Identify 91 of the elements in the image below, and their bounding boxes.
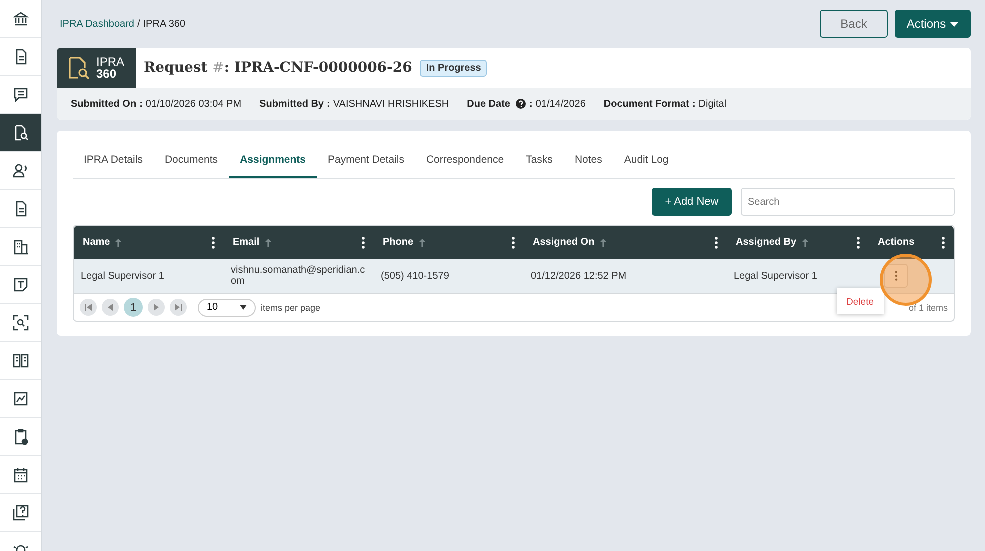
sidebar-item[interactable] [0, 114, 41, 152]
page-button[interactable]: 1 [124, 298, 143, 317]
document-search-icon [68, 56, 90, 80]
breadcrumb-current: IPRA 360 [143, 18, 186, 30]
logo-text: 360 [96, 68, 118, 80]
info-value: 01/10/2026 03:04 PM [146, 98, 242, 110]
request-title: Request #: IPRA-CNF-0000006-26 [144, 60, 412, 76]
info-label: Due Date [467, 98, 510, 110]
info-separator: : [327, 98, 330, 110]
previous-page-button[interactable] [102, 299, 119, 316]
info-separator: : [140, 98, 143, 110]
pager-info: of 1 items [908, 302, 948, 312]
info-label: Submitted By [260, 98, 324, 110]
tab[interactable]: Assignments [229, 143, 317, 178]
document-search-icon [12, 124, 28, 140]
column-label: Email [233, 237, 260, 248]
items-per-page-label: items per page [261, 302, 321, 312]
info-label: Document Format [604, 98, 690, 110]
kebab-icon [894, 271, 898, 281]
calendar-icon [12, 466, 28, 482]
add-new-button[interactable]: + Add New [652, 188, 732, 216]
tab[interactable]: IPRA Details [73, 143, 154, 178]
column-header[interactable]: Phone [374, 226, 524, 259]
last-page-button[interactable] [170, 299, 187, 316]
column-header[interactable]: Assigned On [524, 226, 727, 259]
column-label: Actions [878, 237, 915, 248]
tab[interactable]: Payment Details [317, 143, 416, 178]
column-header[interactable]: Actions [869, 226, 954, 259]
table-cell-text: vishnu.somanath@speridian.com [230, 264, 366, 289]
chart-icon [12, 390, 28, 406]
table-cell-text: 01/12/2026 12:52 PM [530, 270, 628, 284]
back-button[interactable]: Back [820, 10, 888, 38]
table-cell-text: Legal Supervisor 1 [80, 270, 166, 284]
last-page-icon [175, 304, 182, 311]
scan-icon [12, 314, 28, 330]
delete-menu-item[interactable]: Delete [846, 297, 874, 308]
first-page-button[interactable] [80, 299, 97, 316]
breadcrumb-link[interactable]: IPRA Dashboard [60, 18, 134, 30]
actions-button[interactable]: Actions [895, 10, 971, 38]
caret-icon [240, 305, 247, 310]
table-cell-text: (505) 410-1579 [380, 270, 450, 284]
tab[interactable]: Documents [154, 143, 230, 178]
tab[interactable]: Correspondence [415, 143, 516, 178]
sort-icon [600, 238, 607, 246]
info-value: 01/14/2026 [536, 98, 586, 110]
column-header[interactable]: Email [224, 226, 374, 259]
caret-icon [950, 22, 960, 26]
clipboard-clock-icon [12, 428, 28, 444]
column-label: Assigned On [533, 237, 595, 248]
column-menu-icon[interactable] [942, 236, 945, 248]
column-menu-icon[interactable] [715, 236, 718, 248]
info-separator: : [529, 98, 533, 110]
column-label: Name [83, 237, 110, 248]
column-menu-icon[interactable] [512, 236, 515, 248]
next-icon [154, 304, 159, 311]
tab[interactable]: Tasks [515, 143, 564, 178]
page-size-dropdown[interactable]: 10 [198, 298, 256, 316]
tab[interactable]: Notes [564, 143, 614, 178]
column-label: Phone [383, 237, 414, 248]
next-page-button[interactable] [148, 299, 165, 316]
info-label: Submitted On [71, 98, 137, 110]
logo-text: IPRA [96, 56, 124, 68]
bank-icon [12, 10, 28, 26]
info-value: Digital [698, 98, 727, 110]
sort-icon [115, 238, 122, 246]
column-menu-icon[interactable] [212, 236, 215, 248]
info-value: VAISHNAVI HRISHIKESH [333, 98, 450, 110]
sort-icon [802, 238, 809, 246]
note-icon [12, 276, 28, 292]
info-separator: : [692, 98, 696, 110]
book-icon [12, 352, 28, 368]
help-icon [12, 504, 28, 520]
help-icon [516, 99, 526, 109]
previous-icon [108, 304, 113, 311]
sort-icon [264, 238, 272, 246]
people-icon [12, 162, 28, 178]
first-page-icon [85, 304, 92, 311]
breadcrumb-separator: / [138, 18, 140, 30]
tab[interactable]: Audit Log [613, 143, 680, 178]
click-highlight [880, 254, 932, 306]
search-field[interactable]: Search [741, 188, 955, 216]
column-menu-icon[interactable] [362, 236, 365, 248]
chat-icon [12, 86, 28, 102]
column-header[interactable]: Assigned By [727, 226, 869, 259]
status-badge: In Progress [420, 60, 488, 76]
column-menu-icon[interactable] [857, 236, 860, 248]
building-icon [12, 238, 28, 254]
table-cell-text: Legal Supervisor 1 [733, 270, 818, 284]
sort-icon [418, 238, 426, 246]
column-header[interactable]: Name [74, 226, 224, 259]
column-label: Assigned By [736, 237, 797, 248]
